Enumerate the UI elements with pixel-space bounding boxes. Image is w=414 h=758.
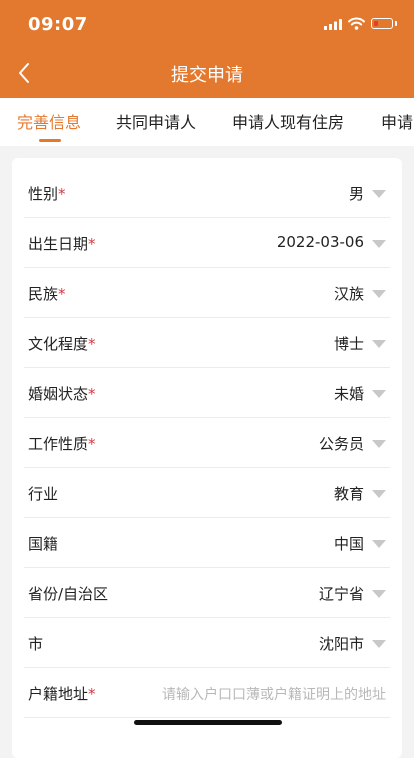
field-value: 博士 xyxy=(333,335,364,353)
battery-cap xyxy=(395,21,397,26)
household-address-input[interactable]: 请输入户口口薄或户籍证明上的地址 xyxy=(162,684,386,704)
tab-co-applicant[interactable]: 共同申请人 xyxy=(116,109,196,133)
page-title: 提交申请 xyxy=(171,65,243,86)
cellular-signal-icon xyxy=(324,19,342,30)
battery-icon xyxy=(371,18,393,29)
field-label: 工作性质* xyxy=(28,435,96,453)
field-education[interactable]: 文化程度* 博士 xyxy=(24,318,390,368)
field-label: 国籍 xyxy=(28,535,59,553)
field-label: 婚姻状态* xyxy=(28,385,96,403)
form-card: 性别* 男 出生日期* 2022-03-06 民族* 汉族 文化程度* 博士 婚… xyxy=(12,158,402,758)
caret-down-icon xyxy=(372,590,386,598)
field-label: 户籍地址* xyxy=(28,685,96,703)
tab-bar: 完善信息 共同申请人 申请人现有住房 申请 xyxy=(0,98,414,146)
field-label: 性别* xyxy=(28,185,66,203)
field-value: 未婚 xyxy=(333,385,364,403)
field-value: 2022-03-06 xyxy=(276,233,364,251)
caret-down-icon xyxy=(372,390,386,398)
battery-level xyxy=(373,20,378,26)
home-indicator xyxy=(134,720,282,725)
field-label: 省份/自治区 xyxy=(28,585,109,603)
tab-application[interactable]: 申请 xyxy=(381,109,413,133)
field-birth-date[interactable]: 出生日期* 2022-03-06 xyxy=(24,218,390,268)
field-value: 男 xyxy=(348,185,364,203)
field-marital-status[interactable]: 婚姻状态* 未婚 xyxy=(24,368,390,418)
caret-down-icon xyxy=(372,640,386,648)
required-mark: * xyxy=(88,335,96,353)
field-value: 教育 xyxy=(333,485,364,503)
field-label: 民族* xyxy=(28,285,66,303)
field-nationality[interactable]: 国籍 中国 xyxy=(24,518,390,568)
required-mark: * xyxy=(88,685,96,703)
field-industry[interactable]: 行业 教育 xyxy=(24,468,390,518)
field-value: 沈阳市 xyxy=(318,635,364,653)
wifi-icon xyxy=(348,17,365,30)
required-mark: * xyxy=(88,385,96,403)
caret-down-icon xyxy=(372,340,386,348)
required-mark: * xyxy=(58,285,66,303)
field-ethnicity[interactable]: 民族* 汉族 xyxy=(24,268,390,318)
field-label: 行业 xyxy=(28,485,59,503)
caret-down-icon xyxy=(372,490,386,498)
field-value: 公务员 xyxy=(318,435,364,453)
caret-down-icon xyxy=(372,290,386,298)
caret-down-icon xyxy=(372,540,386,548)
field-value: 汉族 xyxy=(333,285,364,303)
field-label: 出生日期* xyxy=(28,235,96,253)
required-mark: * xyxy=(88,235,96,253)
field-work-nature[interactable]: 工作性质* 公务员 xyxy=(24,418,390,468)
status-time: 09:07 xyxy=(28,14,88,35)
tab-existing-housing[interactable]: 申请人现有住房 xyxy=(232,109,344,133)
status-bar: 09:07 xyxy=(0,0,414,48)
field-city[interactable]: 市 沈阳市 xyxy=(24,618,390,668)
field-value: 中国 xyxy=(333,535,364,553)
field-province[interactable]: 省份/自治区 辽宁省 xyxy=(24,568,390,618)
caret-down-icon xyxy=(372,440,386,448)
active-tab-indicator xyxy=(39,139,61,142)
field-value: 辽宁省 xyxy=(318,585,364,603)
nav-bar: 提交申请 xyxy=(0,48,414,98)
required-mark: * xyxy=(88,435,96,453)
field-gender[interactable]: 性别* 男 xyxy=(24,168,390,218)
field-household-address[interactable]: 户籍地址* 请输入户口口薄或户籍证明上的地址 xyxy=(24,668,390,718)
app-header: 09:07 提交申请 xyxy=(0,0,414,98)
field-label: 文化程度* xyxy=(28,335,96,353)
field-label: 市 xyxy=(28,635,44,653)
caret-down-icon xyxy=(372,190,386,198)
required-mark: * xyxy=(58,185,66,203)
tab-complete-info[interactable]: 完善信息 xyxy=(17,109,81,133)
caret-down-icon xyxy=(372,240,386,248)
